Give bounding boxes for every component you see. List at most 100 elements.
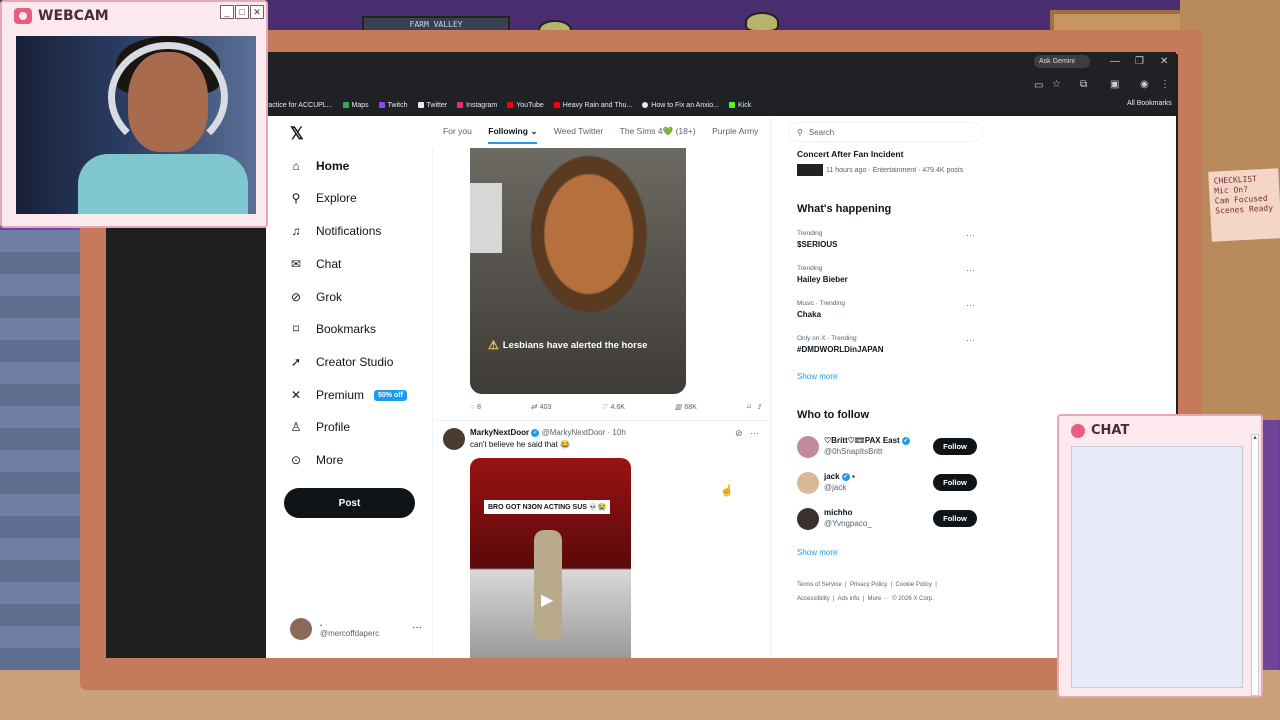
close-button[interactable]: ✕ bbox=[250, 5, 264, 19]
minimize-icon[interactable]: — bbox=[1110, 56, 1120, 67]
post-video[interactable]: BRO GOT N3ON ACTING SUS 💀😭 ▶ bbox=[470, 458, 631, 658]
accessibility-link[interactable]: Accessibility bbox=[797, 596, 830, 602]
more-link[interactable]: More ··· bbox=[868, 596, 889, 602]
follow-button[interactable]: Follow bbox=[933, 474, 977, 491]
home-icon: ⌂ bbox=[292, 159, 300, 173]
tab-weed-twitter[interactable]: Weed Twitter bbox=[554, 120, 603, 142]
star-icon[interactable]: ☆ bbox=[1052, 79, 1061, 90]
ask-gemini-button[interactable]: Ask Gemini bbox=[1034, 55, 1090, 68]
news-title[interactable]: Concert After Fan Incident bbox=[797, 149, 903, 159]
nav-premium[interactable]: ✕ Premium 50% off bbox=[288, 384, 407, 406]
nav-explore[interactable]: ⚲ Explore bbox=[288, 187, 357, 209]
play-icon[interactable]: ▶ bbox=[541, 590, 553, 610]
nav-home[interactable]: ⌂ Home bbox=[288, 155, 349, 177]
tab-the-sims[interactable]: The Sims 4💚 (18+) bbox=[620, 120, 696, 142]
tab-for-you[interactable]: For you bbox=[443, 120, 472, 142]
grok-icon[interactable]: ⊘ bbox=[735, 428, 743, 438]
account-more-icon[interactable]: ··· bbox=[412, 622, 422, 633]
follow-suggestion[interactable]: jack ✓ ▪ @jack Follow bbox=[797, 472, 977, 498]
more-icon[interactable]: ··· bbox=[750, 428, 759, 438]
nav-bookmarks[interactable]: ⌑ Bookmarks bbox=[288, 318, 376, 340]
all-bookmarks-button[interactable]: All Bookmarks bbox=[1127, 100, 1172, 107]
more-icon[interactable]: ··· bbox=[966, 335, 975, 345]
terms-link[interactable]: Terms of Service bbox=[797, 582, 842, 588]
show-more-follow-link[interactable]: Show more bbox=[797, 548, 837, 557]
privacy-link[interactable]: Privacy Policy bbox=[850, 582, 887, 588]
nav-more[interactable]: ⊙ More bbox=[288, 449, 343, 471]
nav-notifications[interactable]: ♫ Notifications bbox=[288, 220, 382, 242]
webcam-title-text: WEBCAM bbox=[38, 8, 109, 24]
bookmark-label: Instagram bbox=[466, 101, 498, 109]
account-handle: @mercoffdaperc bbox=[320, 629, 380, 638]
bookmark-label: YouTube bbox=[516, 101, 544, 109]
author-handle[interactable]: @MarkyNextDoor bbox=[542, 428, 606, 437]
tab-following[interactable]: Following ⌄ bbox=[488, 120, 538, 144]
post-button[interactable]: Post bbox=[284, 488, 415, 518]
trend-item[interactable]: Only on X · Trending #DMDWORLDinJAPAN ··· bbox=[797, 335, 975, 354]
person-icon: ♙ bbox=[290, 420, 302, 434]
chat-messages[interactable] bbox=[1071, 446, 1243, 688]
profile-icon[interactable]: ◉ bbox=[1140, 79, 1149, 90]
follow-suggestion[interactable]: michho @Yvngpaco_ Follow bbox=[797, 508, 977, 534]
bookmark-post-button[interactable]: ⌑ ⇪ bbox=[747, 403, 762, 411]
chat-bubble-icon bbox=[1071, 423, 1085, 438]
nav-grok[interactable]: ⊘ Grok bbox=[288, 286, 342, 308]
bookmark-item[interactable]: Maps bbox=[342, 102, 369, 109]
bookmark-item[interactable]: Twitch bbox=[378, 102, 408, 109]
nav-profile[interactable]: ♙ Profile bbox=[288, 416, 350, 438]
share-icon: ⇪ bbox=[756, 404, 762, 411]
frog-figure bbox=[745, 12, 779, 32]
bookmark-item[interactable]: How to Fix an Anxio... bbox=[642, 102, 719, 109]
follow-button[interactable]: Follow bbox=[933, 510, 977, 527]
show-more-trends-link[interactable]: Show more bbox=[797, 372, 837, 381]
more-icon[interactable]: ··· bbox=[966, 300, 975, 310]
avatar[interactable] bbox=[443, 428, 465, 450]
repost-button[interactable]: ⇄ 403 bbox=[531, 403, 552, 412]
bookmark-item[interactable]: Twitter bbox=[417, 102, 447, 109]
ads-info-link[interactable]: Ads info bbox=[838, 596, 860, 602]
account-switcher[interactable]: . @mercoffdaperc bbox=[290, 618, 379, 640]
maximize-button[interactable]: □ bbox=[235, 5, 249, 19]
like-button[interactable]: ♡ 4.6K bbox=[601, 403, 625, 412]
post-time[interactable]: · 10h bbox=[608, 428, 626, 437]
cookie-link[interactable]: Cookie Policy bbox=[896, 582, 932, 588]
close-icon[interactable]: ✕ bbox=[1160, 56, 1168, 67]
post-media-image[interactable]: ⚠ Lesbians have alerted the horse bbox=[470, 148, 686, 394]
screencast-icon[interactable]: ▭ bbox=[1034, 80, 1043, 91]
restore-icon[interactable]: ❐ bbox=[1135, 56, 1144, 67]
bookmark-item[interactable]: ractice for ACCUPL... bbox=[266, 102, 333, 109]
trend-item[interactable]: Trending Hailey Bieber ··· bbox=[797, 265, 975, 284]
author-name[interactable]: MarkyNextDoor bbox=[470, 428, 529, 437]
footer-separator: | bbox=[833, 596, 835, 602]
reply-button[interactable]: ◌ 8 bbox=[470, 403, 481, 411]
search-input[interactable]: ⚲ Search bbox=[788, 122, 983, 142]
bookmark-item[interactable]: Kick bbox=[729, 102, 751, 109]
more-icon[interactable]: ··· bbox=[966, 265, 975, 275]
menu-icon[interactable]: ⋮ bbox=[1160, 79, 1170, 90]
bookmark-label: Kick bbox=[738, 101, 752, 109]
instagram-icon bbox=[457, 102, 464, 108]
views-button[interactable]: ▥ 68K bbox=[674, 403, 697, 412]
nav-creator-studio[interactable]: ➚ Creator Studio bbox=[288, 351, 393, 373]
trend-item[interactable]: Trending $SERIOUS ··· bbox=[797, 230, 975, 249]
tab-purple-army[interactable]: Purple Army bbox=[712, 120, 758, 142]
x-icon: ✕ bbox=[290, 388, 302, 402]
nav-chat[interactable]: ✉ Chat bbox=[288, 253, 341, 275]
bookmark-item[interactable]: Instagram bbox=[457, 102, 497, 109]
trend-item[interactable]: Music · Trending Chaka ··· bbox=[797, 300, 975, 319]
bookmark-item[interactable]: Heavy Rain and Thu... bbox=[553, 102, 632, 109]
chat-scrollbar[interactable]: ▲ bbox=[1251, 434, 1259, 696]
follow-button[interactable]: Follow bbox=[933, 438, 977, 455]
globe-icon bbox=[642, 102, 649, 108]
follow-suggestion[interactable]: ♡Britt♡📼PAX East ✓ @0hSnapItsBritt Follo… bbox=[797, 436, 977, 462]
nav-label: Premium bbox=[316, 388, 365, 402]
chat-title-text: CHAT bbox=[1091, 423, 1130, 438]
nav-label: Explore bbox=[316, 191, 357, 205]
minimize-button[interactable]: _ bbox=[220, 5, 234, 19]
bookmark-item[interactable]: YouTube bbox=[507, 102, 544, 109]
x-logo-icon[interactable]: 𝕏 bbox=[290, 124, 304, 144]
sidepanel-icon[interactable]: ▣ bbox=[1110, 79, 1119, 90]
more-icon[interactable]: ··· bbox=[966, 230, 975, 240]
chart-icon: ▥ bbox=[674, 404, 682, 411]
extensions-icon[interactable]: ⧉ bbox=[1080, 79, 1087, 90]
